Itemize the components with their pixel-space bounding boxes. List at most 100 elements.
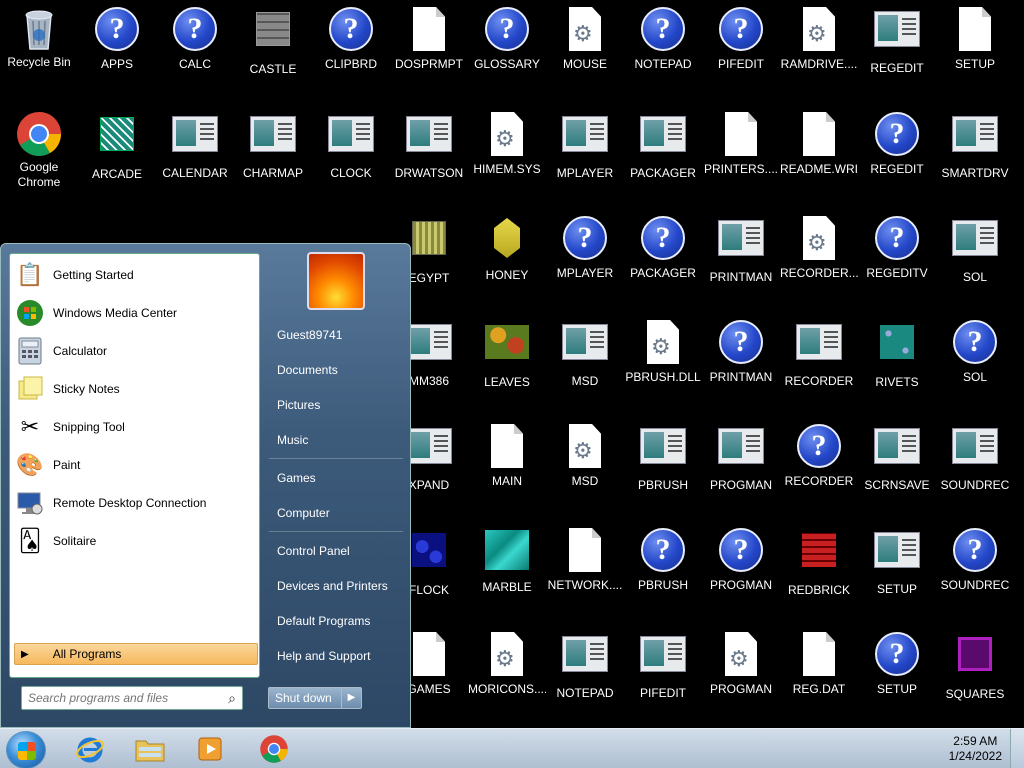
desktop-icon-calendar[interactable]: CALENDAR xyxy=(156,110,234,181)
desktop-icon-pbrush-dll[interactable]: PBRUSH.DLL xyxy=(624,318,702,385)
desktop-icon-label: REGEDIT xyxy=(870,61,924,75)
desktop-icon-recorder[interactable]: RECORDER xyxy=(780,318,858,389)
start-button[interactable] xyxy=(6,731,46,768)
desktop-icon-squares[interactable]: SQUARES xyxy=(936,630,1014,702)
desktop-icon-clock[interactable]: CLOCK xyxy=(312,110,390,181)
desktop-icon-charmap[interactable]: CHARMAP xyxy=(234,110,312,181)
all-programs-button[interactable]: ▶ All Programs xyxy=(14,643,258,665)
program-getting-started[interactable]: 📋 Getting Started xyxy=(10,256,259,294)
desktop-icon-moricons[interactable]: MORICONS.... xyxy=(468,630,546,697)
taskbar-windows-explorer[interactable] xyxy=(124,732,176,766)
desktop-icon-clipbrd[interactable]: ? CLIPBRD xyxy=(312,5,390,72)
desktop-icon-apps[interactable]: ? APPS xyxy=(78,5,156,72)
desktop-icon-glossary[interactable]: ? GLOSSARY xyxy=(468,5,546,72)
desktop-icon-soundrec[interactable]: SOUNDREC xyxy=(936,422,1014,493)
start-search-box[interactable]: ⌕ xyxy=(21,686,243,710)
desktop-icon-progman[interactable]: PROGMAN xyxy=(702,422,780,493)
desktop-icon-himem-sys[interactable]: HIMEM.SYS xyxy=(468,110,546,177)
desktop-icon-sol[interactable]: SOL xyxy=(936,214,1014,285)
desktop-icon-setup-3[interactable]: ? SETUP xyxy=(858,630,936,697)
desktop-icon-mplayer-2[interactable]: ? MPLAYER xyxy=(546,214,624,281)
program-label: Sticky Notes xyxy=(53,382,120,396)
desktop-icon-regedit[interactable]: REGEDIT xyxy=(858,5,936,76)
desktop-icon-mplayer[interactable]: MPLAYER xyxy=(546,110,624,181)
program-windows-media-center[interactable]: Windows Media Center xyxy=(10,294,259,332)
menu-item-music[interactable]: Music xyxy=(269,426,403,454)
snipping-tool-icon: ✂ xyxy=(20,414,40,439)
desktop-icon-mouse[interactable]: MOUSE xyxy=(546,5,624,72)
program-solitaire[interactable]: 🂡 Solitaire xyxy=(10,522,259,560)
desktop-icon-arcade[interactable]: ARCADE xyxy=(78,110,156,182)
desktop-icon-network[interactable]: NETWORK.... xyxy=(546,526,624,593)
menu-item-help-support[interactable]: Help and Support xyxy=(269,642,403,670)
desktop-icon-setup-2[interactable]: SETUP xyxy=(858,526,936,597)
menu-item-control-panel[interactable]: Control Panel xyxy=(269,537,403,565)
desktop-icon-drwatson[interactable]: DRWATSON xyxy=(390,110,468,181)
desktop-icon-sol-2[interactable]: ? SOL xyxy=(936,318,1014,385)
desktop-icon-leaves[interactable]: LEAVES xyxy=(468,318,546,390)
desktop-icon-ramdrive[interactable]: RAMDRIVE.... xyxy=(780,5,858,72)
program-snipping-tool[interactable]: ✂ Snipping Tool xyxy=(10,408,259,446)
taskbar-google-chrome[interactable] xyxy=(248,732,300,766)
desktop-icon-setup[interactable]: SETUP xyxy=(936,5,1014,72)
desktop-icon-notepad[interactable]: ? NOTEPAD xyxy=(624,5,702,72)
shutdown-options-button[interactable]: ▶ xyxy=(342,687,362,709)
program-calculator[interactable]: Calculator xyxy=(10,332,259,370)
desktop-icon-printman[interactable]: PRINTMAN xyxy=(702,214,780,285)
desktop-icon-packager[interactable]: PACKAGER xyxy=(624,110,702,181)
desktop-icon-redbrick[interactable]: REDBRICK xyxy=(780,526,858,598)
desktop-icon-reg-dat[interactable]: REG.DAT xyxy=(780,630,858,697)
desktop-icon-recorder-2[interactable]: ? RECORDER xyxy=(780,422,858,489)
desktop-icon-progman-3[interactable]: PROGMAN xyxy=(702,630,780,697)
desktop-icon-rivets[interactable]: RIVETS xyxy=(858,318,936,390)
show-desktop-button[interactable] xyxy=(1010,729,1024,768)
desktop-icon-pbrush[interactable]: PBRUSH xyxy=(624,422,702,493)
menu-item-pictures[interactable]: Pictures xyxy=(269,391,403,419)
desktop-icon-dosprmpt[interactable]: DOSPRMPT xyxy=(390,5,468,72)
desktop-icon-smartdrv[interactable]: SMARTDRV xyxy=(936,110,1014,181)
menu-item-documents[interactable]: Documents xyxy=(269,356,403,384)
taskbar-media-player[interactable] xyxy=(184,732,236,766)
user-avatar[interactable] xyxy=(307,252,365,310)
menu-item-devices-printers[interactable]: Devices and Printers xyxy=(269,572,403,600)
desktop-icon-msd[interactable]: MSD xyxy=(546,318,624,389)
desktop-icon-castle[interactable]: CASTLE xyxy=(234,5,312,77)
desktop-icon-honey[interactable]: HONEY xyxy=(468,214,546,283)
menu-item-user[interactable]: Guest89741 xyxy=(269,321,403,349)
program-sticky-notes[interactable]: Sticky Notes xyxy=(10,370,259,408)
desktop-icon-soundrec-2[interactable]: ? SOUNDREC xyxy=(936,526,1014,593)
desktop-icon-pifedit[interactable]: ? PIFEDIT xyxy=(702,5,780,72)
desktop-icon-regedit-2[interactable]: ? REGEDIT xyxy=(858,110,936,177)
desktop-icon-google-chrome[interactable]: Google Chrome xyxy=(0,110,78,190)
desktop-icon-recorder-dot[interactable]: RECORDER.... xyxy=(780,214,858,281)
desktop-icon-scrnsave[interactable]: SCRNSAVE xyxy=(858,422,936,493)
shutdown-button[interactable]: Shut down xyxy=(268,687,342,709)
desktop-icon-pifedit-2[interactable]: PIFEDIT xyxy=(624,630,702,701)
desktop-icon-readme-wri[interactable]: README.WRI xyxy=(780,110,858,177)
desktop-icon-calc[interactable]: ? CALC xyxy=(156,5,234,72)
menu-item-computer[interactable]: Computer xyxy=(269,499,403,527)
program-paint[interactable]: 🎨 Paint xyxy=(10,446,259,484)
desktop-icon-printers[interactable]: PRINTERS.... xyxy=(702,110,780,177)
menu-item-default-programs[interactable]: Default Programs xyxy=(269,607,403,635)
squares-tile-icon xyxy=(958,637,992,671)
desktop-icon-pbrush-2[interactable]: ? PBRUSH xyxy=(624,526,702,593)
desktop-icon-main[interactable]: MAIN xyxy=(468,422,546,489)
desktop-icon-msd-2[interactable]: MSD xyxy=(546,422,624,489)
desktop-icon-label: NETWORK.... xyxy=(547,578,623,592)
desktop-icon-marble[interactable]: MARBLE xyxy=(468,526,546,595)
settings-document-icon xyxy=(569,424,601,468)
desktop-icon-packager-2[interactable]: ? PACKAGER xyxy=(624,214,702,281)
desktop-icon-notepad-2[interactable]: NOTEPAD xyxy=(546,630,624,701)
desktop-icon-printman-2[interactable]: ? PRINTMAN xyxy=(702,318,780,385)
start-menu: 📋 Getting Started Windows Media Center C… xyxy=(0,243,411,728)
program-remote-desktop[interactable]: Remote Desktop Connection xyxy=(10,484,259,522)
desktop-icon-regeditv[interactable]: ? REGEDITV xyxy=(858,214,936,281)
desktop-icon-recycle-bin[interactable]: Recycle Bin xyxy=(0,5,78,70)
desktop-icon-label: SCRNSAVE xyxy=(864,478,930,492)
system-clock[interactable]: 2:59 AM 1/24/2022 xyxy=(949,734,1002,764)
desktop-icon-progman-2[interactable]: ? PROGMAN xyxy=(702,526,780,593)
taskbar-internet-explorer[interactable] xyxy=(64,732,116,766)
menu-item-games[interactable]: Games xyxy=(269,464,403,492)
search-input[interactable] xyxy=(28,691,208,705)
